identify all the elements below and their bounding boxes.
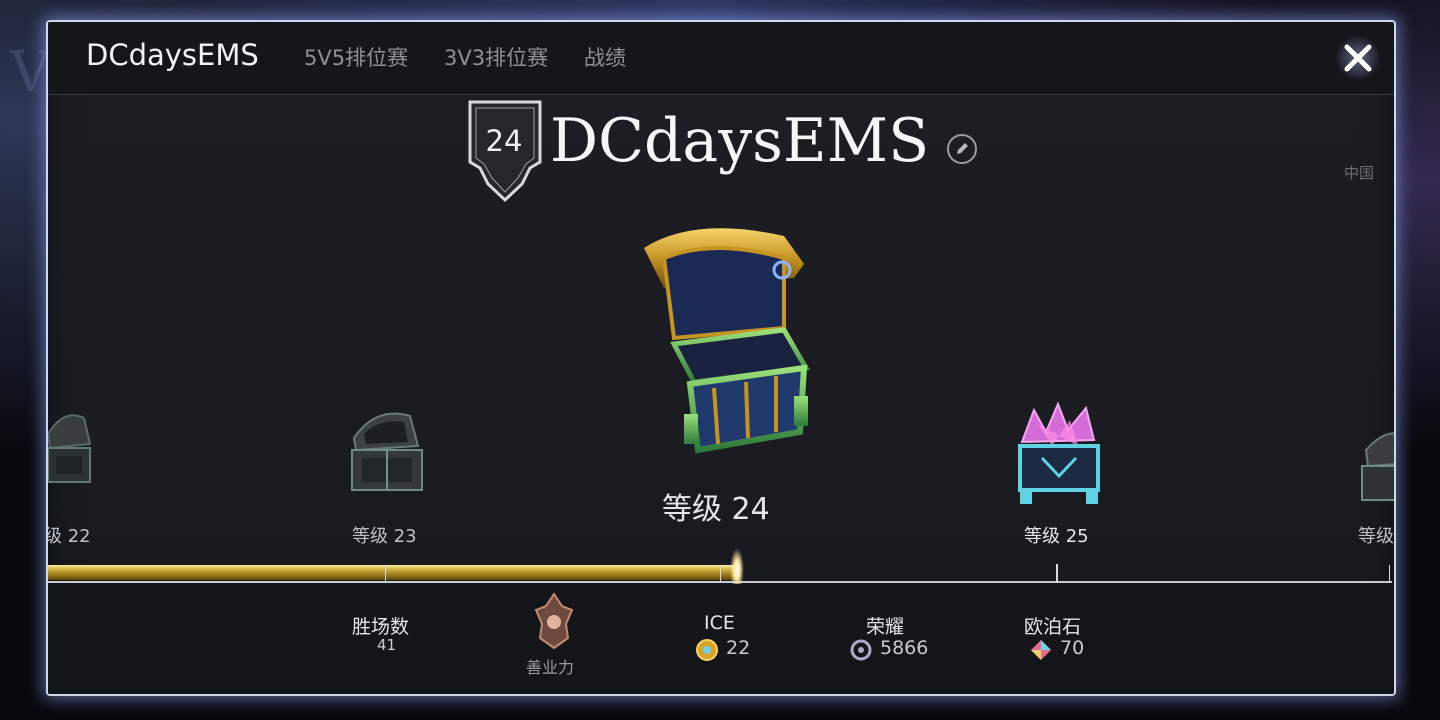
opals-value: 70: [1060, 637, 1085, 659]
karma-label: 善业力: [526, 658, 575, 677]
tab-profile[interactable]: DCdaysEMS: [86, 38, 259, 72]
karma-icon[interactable]: [532, 592, 576, 650]
chest-icon: [48, 414, 92, 483]
opals-label: 欧泊石: [1024, 616, 1082, 638]
chest-icon: [1361, 432, 1394, 501]
opal-icon: [1031, 640, 1051, 660]
current-reward-chest[interactable]: [634, 218, 814, 458]
tab-5v5-ranked[interactable]: 5V5排位赛: [304, 42, 408, 72]
player-level: 24: [485, 124, 523, 158]
player-name: DCdaysEMS: [550, 106, 930, 176]
edit-name-button[interactable]: [947, 134, 977, 164]
glory-label: 荣耀: [866, 616, 905, 638]
pencil-icon: [957, 143, 968, 154]
stats-bar: 胜场数 41 善业力 ICE 22 荣耀 5866 欧泊石 70: [48, 584, 1394, 694]
track-marker-23: [385, 565, 386, 583]
game-screen: VA DCdaysEMS 5V5排位赛 3V3排位赛 战绩 24 DCdaysE…: [0, 0, 1440, 720]
level-label-22: 级 22: [46, 526, 91, 547]
track-marker-26: [1389, 565, 1390, 583]
level-label-24-current: 等级 24: [662, 492, 770, 527]
profile-panel: DCdaysEMS 5V5排位赛 3V3排位赛 战绩 24 DCdaysEMS: [46, 20, 1396, 696]
wins-label: 胜场数: [352, 616, 410, 638]
level-label-25: 等级 25: [1024, 526, 1089, 547]
ice-value: 22: [726, 637, 751, 659]
tab-bar: DCdaysEMS 5V5排位赛 3V3排位赛 战绩: [48, 22, 1394, 95]
glory-value: 5866: [880, 637, 929, 659]
track-marker-24: [720, 565, 721, 583]
track-marker-25: [1056, 564, 1058, 583]
region-label: 中国: [1343, 164, 1374, 182]
chest-icon: [351, 412, 423, 491]
level-progress-track: [48, 548, 1394, 592]
level-label-23: 等级 23: [352, 526, 417, 547]
glory-icon: [850, 639, 872, 661]
close-icon: [1344, 44, 1372, 72]
close-button[interactable]: [1336, 36, 1380, 80]
track-line: [48, 581, 1058, 583]
wins-value: 41: [377, 636, 397, 654]
progress-fill: [48, 565, 737, 580]
tab-match-history[interactable]: 战绩: [584, 42, 626, 72]
track-line-upcoming: [1058, 581, 1392, 583]
tab-3v3-ranked[interactable]: 3V3排位赛: [444, 42, 548, 72]
level-label-26: 等级: [1358, 526, 1394, 547]
crystal-chest-icon[interactable]: [1012, 402, 1108, 510]
ice-label: ICE: [704, 612, 735, 634]
ice-coin-icon: [696, 639, 718, 661]
